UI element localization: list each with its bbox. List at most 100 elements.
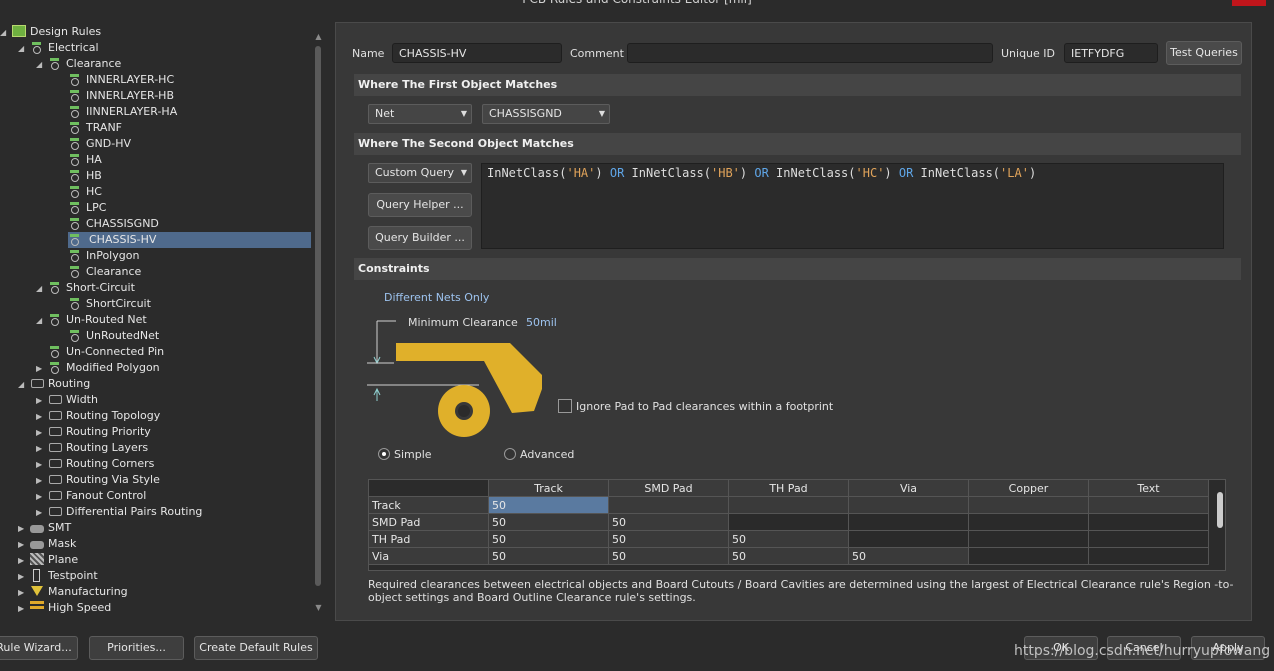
- expand-icon[interactable]: ▶: [18, 537, 30, 553]
- unique-id-field[interactable]: IETFYDFG: [1064, 43, 1158, 63]
- collapse-icon[interactable]: ◢: [18, 377, 30, 393]
- simple-mode-option[interactable]: Simple: [378, 448, 432, 461]
- matrix-cell[interactable]: 50: [728, 530, 849, 548]
- tree-node-fanout-control[interactable]: ▶ Fanout Control: [36, 488, 146, 504]
- tree-node-design-rules[interactable]: ◢ Design Rules: [0, 24, 101, 40]
- tree-node-unconnected-pin[interactable]: Un-Connected Pin: [48, 344, 164, 360]
- matrix-cell[interactable]: 50: [488, 496, 609, 514]
- scroll-down-icon[interactable]: ▼: [314, 603, 323, 612]
- tree-node-rule[interactable]: InPolygon: [68, 248, 139, 264]
- tree-node-rule-selected[interactable]: CHASSIS-HV: [68, 232, 311, 248]
- expand-icon[interactable]: ▶: [36, 457, 48, 473]
- first-net-select[interactable]: CHASSISGND ▼: [482, 104, 610, 124]
- tree-node-high-speed[interactable]: ▶ High Speed: [18, 600, 111, 616]
- tree-node-rule[interactable]: HC: [68, 184, 102, 200]
- different-nets-link[interactable]: Different Nets Only: [384, 291, 489, 304]
- tree-node-width[interactable]: ▶ Width: [36, 392, 98, 408]
- expand-icon[interactable]: ▶: [36, 473, 48, 489]
- first-type-select[interactable]: Net ▼: [368, 104, 472, 124]
- tree-node-routing-priority[interactable]: ▶ Routing Priority: [36, 424, 151, 440]
- tree-node-rule[interactable]: INNERLAYER-HC: [68, 72, 174, 88]
- matrix-cell[interactable]: [968, 496, 1089, 514]
- scroll-thumb[interactable]: [1217, 492, 1223, 528]
- tree-node-rule[interactable]: Clearance: [68, 264, 141, 280]
- tree-node-rule[interactable]: UnRoutedNet: [68, 328, 159, 344]
- tree-node-modified-polygon[interactable]: ▶ Modified Polygon: [36, 360, 160, 376]
- matrix-cell[interactable]: 50: [608, 530, 729, 548]
- expand-icon[interactable]: ▶: [18, 585, 30, 601]
- test-queries-button[interactable]: Test Queries: [1166, 41, 1242, 65]
- scroll-up-icon[interactable]: ▲: [314, 32, 323, 41]
- expand-icon[interactable]: ▶: [36, 409, 48, 425]
- tree-node-diff-pairs[interactable]: ▶ Differential Pairs Routing: [36, 504, 202, 520]
- advanced-radio[interactable]: [504, 448, 516, 460]
- collapse-icon[interactable]: ◢: [0, 25, 12, 41]
- expand-icon[interactable]: ▶: [36, 441, 48, 457]
- matrix-cell[interactable]: 50: [488, 547, 609, 565]
- tree-node-electrical[interactable]: ◢ Electrical: [18, 40, 99, 56]
- expand-icon[interactable]: ▶: [36, 393, 48, 409]
- expand-icon[interactable]: ▶: [18, 569, 30, 585]
- collapse-icon[interactable]: ◢: [18, 41, 30, 57]
- tree-node-plane[interactable]: ▶ Plane: [18, 552, 78, 568]
- expand-icon[interactable]: ▶: [18, 601, 30, 617]
- collapse-icon[interactable]: ◢: [36, 313, 48, 329]
- ignore-pad-checkbox[interactable]: [558, 399, 572, 413]
- tree-node-routing-layers[interactable]: ▶ Routing Layers: [36, 440, 148, 456]
- ignore-pad-option[interactable]: Ignore Pad to Pad clearances within a fo…: [558, 399, 833, 413]
- priorities-button[interactable]: Priorities...: [89, 636, 184, 660]
- tree-node-routing-via-style[interactable]: ▶ Routing Via Style: [36, 472, 160, 488]
- scroll-thumb[interactable]: [315, 46, 321, 586]
- custom-query-editor[interactable]: InNetClass('HA') OR InNetClass('HB') OR …: [481, 163, 1224, 249]
- tree-node-mask[interactable]: ▶ Mask: [18, 536, 76, 552]
- tree-node-routing[interactable]: ◢ Routing: [18, 376, 90, 392]
- tree-node-routing-topology[interactable]: ▶ Routing Topology: [36, 408, 160, 424]
- tree-node-unrouted-net[interactable]: ◢ Un-Routed Net: [36, 312, 147, 328]
- second-type-select[interactable]: Custom Query ▼: [368, 163, 472, 183]
- tree-node-rule[interactable]: LPC: [68, 200, 106, 216]
- matrix-cell[interactable]: 50: [728, 547, 849, 565]
- expand-icon[interactable]: ▶: [36, 489, 48, 505]
- clearance-matrix[interactable]: Track SMD Pad TH Pad Via Copper Text Tra…: [368, 479, 1226, 571]
- tree-node-manufacturing[interactable]: ▶ Manufacturing: [18, 584, 128, 600]
- expand-icon[interactable]: ▶: [36, 425, 48, 441]
- expand-icon[interactable]: ▶: [36, 505, 48, 521]
- matrix-cell[interactable]: [728, 496, 849, 514]
- tree-node-routing-corners[interactable]: ▶ Routing Corners: [36, 456, 154, 472]
- tree-scrollbar[interactable]: ▲ ▼: [314, 32, 323, 612]
- tree-node-rule[interactable]: HA: [68, 152, 102, 168]
- collapse-icon[interactable]: ◢: [36, 57, 48, 73]
- query-helper-button[interactable]: Query Helper ...: [368, 193, 472, 217]
- tree-node-rule[interactable]: INNERLAYER-HB: [68, 88, 174, 104]
- close-button[interactable]: [1232, 0, 1266, 6]
- create-default-rules-button[interactable]: Create Default Rules: [194, 636, 318, 660]
- tree-node-rule[interactable]: CHASSISGND: [68, 216, 159, 232]
- collapse-icon[interactable]: ◢: [36, 281, 48, 297]
- advanced-mode-option[interactable]: Advanced: [504, 448, 574, 461]
- query-builder-button[interactable]: Query Builder ...: [368, 226, 472, 250]
- matrix-cell[interactable]: [608, 496, 729, 514]
- tree-node-rule[interactable]: GND-HV: [68, 136, 131, 152]
- comment-field[interactable]: [627, 43, 993, 63]
- expand-icon[interactable]: ▶: [18, 553, 30, 569]
- name-field[interactable]: CHASSIS-HV: [392, 43, 562, 63]
- rule-wizard-button[interactable]: Rule Wizard...: [0, 636, 78, 660]
- tree-node-smt[interactable]: ▶ SMT: [18, 520, 71, 536]
- matrix-cell[interactable]: 50: [608, 513, 729, 531]
- matrix-cell[interactable]: [848, 496, 969, 514]
- tree-node-rule[interactable]: IINNERLAYER-HA: [68, 104, 177, 120]
- tree-node-rule[interactable]: TRANF: [68, 120, 122, 136]
- tree-node-rule[interactable]: ShortCircuit: [68, 296, 151, 312]
- expand-icon[interactable]: ▶: [36, 361, 48, 377]
- simple-radio[interactable]: [378, 448, 390, 460]
- matrix-cell[interactable]: 50: [488, 513, 609, 531]
- matrix-cell[interactable]: [1088, 496, 1209, 514]
- expand-icon[interactable]: ▶: [18, 521, 30, 537]
- matrix-scrollbar[interactable]: [1217, 492, 1223, 558]
- matrix-cell[interactable]: 50: [848, 547, 969, 565]
- tree-node-short-circuit[interactable]: ◢ Short-Circuit: [36, 280, 135, 296]
- tree-node-testpoint[interactable]: ▶ Testpoint: [18, 568, 98, 584]
- matrix-cell[interactable]: 50: [488, 530, 609, 548]
- tree-node-clearance[interactable]: ◢ Clearance: [36, 56, 121, 72]
- tree-node-rule[interactable]: HB: [68, 168, 102, 184]
